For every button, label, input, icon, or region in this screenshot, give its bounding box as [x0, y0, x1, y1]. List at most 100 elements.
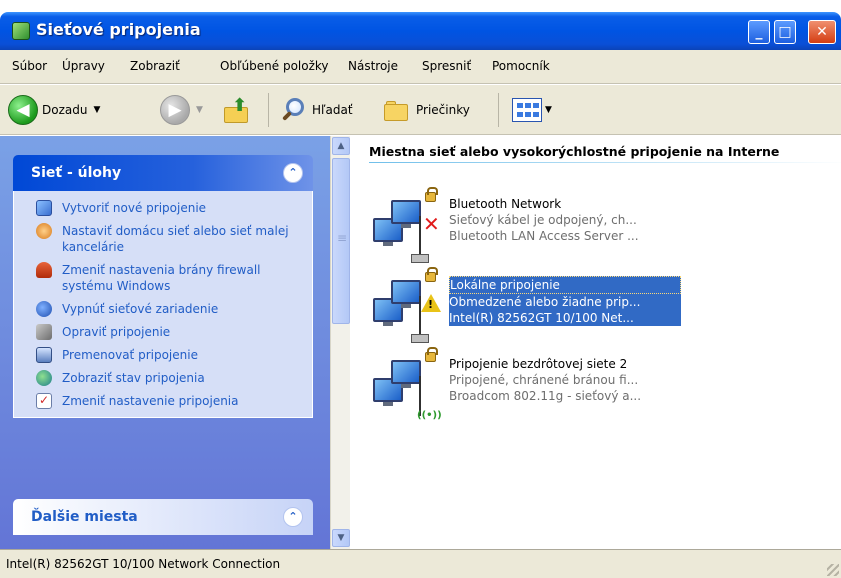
connection-device: Intel(R) 82562GT 10/100 Net...	[449, 311, 634, 325]
network-tasks-header[interactable]: Sieť - úlohy ⌃	[13, 155, 313, 191]
back-button[interactable]: ◀ Dozadu ▼	[8, 85, 100, 135]
menu-file[interactable]: Súbor	[12, 59, 47, 73]
connection-bluetooth[interactable]: ✕ Bluetooth Network Sieťový kábel je odp…	[373, 187, 683, 268]
connection-status: Sieťový kábel je odpojený, ch...	[449, 213, 637, 227]
network-tasks-list: Vytvoriť nové pripojenie Nastaviť domácu…	[13, 191, 313, 418]
connection-device: Bluetooth LAN Access Server ...	[449, 229, 639, 243]
group-divider	[369, 162, 841, 163]
task-rename-connection[interactable]: Premenovať pripojenie	[14, 344, 312, 367]
forward-dropdown-icon[interactable]: ▼	[196, 105, 203, 115]
connection-details: Lokálne pripojenie Obmedzené alebo žiadn…	[449, 276, 681, 326]
scroll-thumb[interactable]	[332, 158, 350, 324]
task-label: Premenovať pripojenie	[62, 348, 198, 362]
task-create-connection[interactable]: Vytvoriť nové pripojenie	[14, 197, 312, 220]
task-view-status[interactable]: Zobraziť stav pripojenia	[14, 367, 312, 390]
connection-device: Broadcom 802.11g - sieťový a...	[449, 389, 642, 403]
toolbar: ◀ Dozadu ▼ ▶ ▼ ⬆ Hľadať Priečinky ▼	[0, 85, 841, 135]
task-label: Vypnúť sieťové zariadenie	[62, 302, 219, 316]
menu-advanced[interactable]: Spresniť	[422, 59, 471, 73]
task-change-settings[interactable]: Zmeniť nastavenie pripojenia	[14, 390, 312, 413]
menu-view[interactable]: Zobraziť	[130, 59, 180, 73]
other-places-title: Ďalšie miesta	[31, 509, 138, 525]
back-label: Dozadu	[42, 103, 88, 117]
connections-view: Miestna sieť alebo vysokorýchlostné prip…	[351, 136, 841, 549]
rename-icon	[36, 347, 52, 363]
group-header: Miestna sieť alebo vysokorýchlostné prip…	[369, 144, 780, 159]
title-bar[interactable]: Sieťové pripojenia _ □ ✕	[0, 12, 841, 50]
connection-local-area[interactable]: Lokálne pripojenie Obmedzené alebo žiadn…	[373, 267, 683, 348]
other-places-panel: Ďalšie miesta ⌃	[13, 499, 313, 535]
firewall-lock-icon	[425, 267, 438, 282]
settings-icon	[36, 392, 52, 409]
network-tasks-title: Sieť - úlohy	[31, 165, 122, 181]
connection-name: Pripojenie bezdrôtovej siete 2	[449, 357, 628, 371]
task-disable-device[interactable]: Vypnúť sieťové zariadenie	[14, 298, 312, 321]
task-label: Vytvoriť nové pripojenie	[62, 201, 207, 215]
firewall-icon	[36, 262, 52, 278]
maximize-button[interactable]: □	[774, 20, 796, 44]
status-icon	[36, 370, 52, 386]
task-label: Zmeniť nastavenie pripojenia	[62, 394, 239, 408]
task-firewall-settings[interactable]: Zmeniť nastavenia brány firewall systému…	[14, 259, 312, 298]
collapse-chevron-icon[interactable]: ⌃	[283, 163, 303, 183]
folders-button[interactable]: Priečinky	[382, 85, 470, 135]
firewall-lock-icon	[425, 187, 438, 202]
connection-details: Bluetooth Network Sieťový kábel je odpoj…	[449, 196, 681, 244]
folders-label: Priečinky	[416, 103, 470, 117]
connection-name: Lokálne pripojenie	[449, 276, 681, 294]
forward-arrow-icon: ▶	[160, 95, 190, 125]
other-places-header[interactable]: Ďalšie miesta ⌃	[13, 499, 313, 535]
warning-icon	[421, 294, 441, 312]
disconnected-x-icon: ✕	[423, 212, 440, 236]
menu-favorites[interactable]: Obľúbené položky	[220, 59, 329, 73]
views-button[interactable]: ▼	[512, 85, 552, 135]
network-connection-icon: ✕	[373, 187, 449, 268]
menu-edit[interactable]: Úpravy	[62, 59, 105, 73]
window-title: Sieťové pripojenia	[36, 20, 201, 39]
views-dropdown-icon[interactable]: ▼	[545, 105, 552, 115]
views-icon	[512, 98, 542, 122]
close-button[interactable]: ✕	[808, 20, 836, 44]
firewall-lock-icon	[425, 347, 438, 362]
forward-button[interactable]: ▶ ▼	[160, 85, 203, 135]
collapse-chevron-icon[interactable]: ⌃	[283, 507, 303, 527]
connection-details: Pripojenie bezdrôtovej siete 2 Pripojené…	[449, 356, 681, 404]
minimize-button[interactable]: _	[748, 20, 770, 44]
toolbar-separator	[268, 93, 269, 127]
folders-icon	[382, 96, 412, 124]
menu-tools[interactable]: Nástroje	[348, 59, 398, 73]
connection-status: Pripojené, chránené bránou fi...	[449, 373, 639, 387]
disable-device-icon	[36, 301, 52, 317]
close-icon: ✕	[816, 24, 828, 40]
task-label: Zobraziť stav pripojenia	[62, 371, 205, 385]
task-pane-scrollbar[interactable]: ▲ ▼	[330, 136, 350, 549]
connection-name: Bluetooth Network	[449, 197, 562, 211]
new-connection-icon	[36, 200, 52, 216]
up-folder-button[interactable]: ⬆	[222, 85, 252, 135]
connection-status: Obmedzené alebo žiadne prip...	[449, 295, 641, 309]
back-arrow-icon: ◀	[8, 95, 38, 125]
network-connection-icon	[373, 267, 449, 348]
back-dropdown-icon[interactable]: ▼	[93, 105, 100, 115]
task-pane: Sieť - úlohy ⌃ Vytvoriť nové pripojenie …	[0, 136, 330, 549]
wireless-icon: ((•))	[417, 410, 442, 421]
minimize-icon: _	[755, 24, 763, 40]
scroll-up-icon[interactable]: ▲	[332, 137, 350, 155]
connection-wireless[interactable]: ((•)) Pripojenie bezdrôtovej siete 2 Pri…	[373, 347, 683, 428]
network-tasks-panel: Sieť - úlohy ⌃ Vytvoriť nové pripojenie …	[13, 155, 313, 418]
toolbar-separator	[498, 93, 499, 127]
folder-up-icon: ⬆	[222, 95, 252, 125]
task-home-network[interactable]: Nastaviť domácu sieť alebo sieť malej ka…	[14, 220, 312, 259]
explorer-window: Sieťové pripojenia _ □ ✕ Súbor Úpravy Zo…	[0, 0, 841, 578]
search-button[interactable]: Hľadať	[280, 85, 353, 135]
menu-help[interactable]: Pomocník	[492, 59, 550, 73]
network-connection-icon: ((•))	[373, 347, 449, 428]
home-network-icon	[36, 223, 52, 239]
maximize-icon: □	[778, 24, 792, 40]
task-repair-connection[interactable]: Opraviť pripojenie	[14, 321, 312, 344]
resize-grip-icon[interactable]	[827, 564, 839, 576]
scroll-down-icon[interactable]: ▼	[332, 529, 350, 547]
task-label: Opraviť pripojenie	[62, 325, 171, 339]
status-text: Intel(R) 82562GT 10/100 Network Connecti…	[6, 557, 281, 571]
search-icon	[280, 96, 308, 124]
